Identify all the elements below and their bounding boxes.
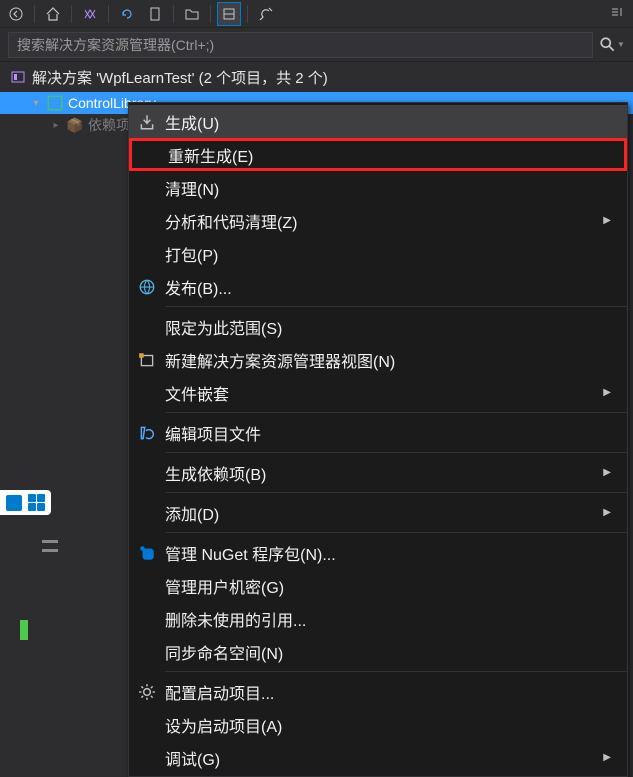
menu-file-nesting[interactable]: 文件嵌套 ▶: [129, 376, 627, 409]
menu-label: 生成依赖项(B): [165, 461, 603, 485]
menu-label: 管理用户机密(G): [165, 574, 611, 598]
menu-separator: [165, 671, 627, 672]
menu-add[interactable]: 添加(D) ▶: [129, 496, 627, 529]
menu-remove-unused[interactable]: 删除未使用的引用...: [129, 602, 627, 635]
submenu-arrow-icon: ▶: [603, 507, 611, 518]
gear-icon: [129, 683, 165, 701]
back-icon[interactable]: [4, 2, 28, 26]
chevron-down-icon[interactable]: ▾: [30, 98, 42, 109]
toolbar: [0, 0, 633, 28]
split-handle[interactable]: [42, 549, 58, 552]
menu-separator: [165, 492, 627, 493]
menu-build-deps[interactable]: 生成依赖项(B) ▶: [129, 456, 627, 489]
menu-config-startup[interactable]: 配置启动项目...: [129, 675, 627, 708]
menu-nuget[interactable]: 管理 NuGet 程序包(N)...: [129, 536, 627, 569]
menu-separator: [165, 452, 627, 453]
menu-label: 删除未使用的引用...: [165, 607, 611, 631]
menu-sync-namespace[interactable]: 同步命名空间(N): [129, 635, 627, 668]
split-handle[interactable]: [42, 540, 58, 543]
menu-pack[interactable]: 打包(P): [129, 237, 627, 270]
home-icon[interactable]: [41, 2, 65, 26]
floating-widget[interactable]: [0, 490, 51, 515]
menu-label: 发布(B)...: [165, 275, 611, 299]
context-menu: 生成(U) 重新生成(E) 清理(N) 分析和代码清理(Z) ▶ 打包(P) 发…: [128, 102, 628, 777]
search-placeholder: 搜索解决方案资源管理器(Ctrl+;): [17, 35, 214, 55]
git-marker: [20, 620, 28, 640]
menu-publish[interactable]: 发布(B)...: [129, 270, 627, 303]
menu-debug[interactable]: 调试(G) ▶: [129, 741, 627, 774]
menu-label: 设为启动项目(A): [165, 713, 611, 737]
search-row: 搜索解决方案资源管理器(Ctrl+;) ▼: [0, 28, 633, 62]
menu-clean[interactable]: 清理(N): [129, 171, 627, 204]
solution-label: 解决方案 'WpfLearnTest' (2 个项目，共 2 个): [32, 67, 328, 88]
widget-icon-1: [6, 495, 22, 511]
menu-label: 清理(N): [165, 176, 611, 200]
folder-icon[interactable]: [180, 2, 204, 26]
submenu-arrow-icon: ▶: [603, 387, 611, 398]
menu-edit-project[interactable]: 编辑项目文件: [129, 416, 627, 449]
wrench-icon[interactable]: [254, 2, 278, 26]
build-icon: [129, 113, 165, 131]
solution-header[interactable]: 解决方案 'WpfLearnTest' (2 个项目，共 2 个): [0, 62, 633, 92]
menu-rebuild[interactable]: 重新生成(E): [129, 138, 627, 171]
vs-icon[interactable]: [78, 2, 102, 26]
menu-label: 添加(D): [165, 501, 603, 525]
menu-label: 管理 NuGet 程序包(N)...: [165, 541, 611, 565]
menu-scope[interactable]: 限定为此范围(S): [129, 310, 627, 343]
nuget-icon: [129, 544, 165, 562]
submenu-arrow-icon: ▶: [603, 467, 611, 478]
file-icon[interactable]: [143, 2, 167, 26]
csharp-project-icon: [46, 94, 64, 112]
menu-new-view[interactable]: 新建解决方案资源管理器视图(N): [129, 343, 627, 376]
submenu-arrow-icon: ▶: [603, 752, 611, 763]
chevron-right-icon[interactable]: ▸: [50, 120, 62, 131]
solution-icon: [10, 69, 26, 85]
menu-label: 重新生成(E): [168, 143, 608, 167]
menu-secrets[interactable]: 管理用户机密(G): [129, 569, 627, 602]
menu-label: 配置启动项目...: [165, 680, 611, 704]
menu-label: 同步命名空间(N): [165, 640, 611, 664]
menu-separator: [165, 306, 627, 307]
sync-icon[interactable]: [115, 2, 139, 26]
menu-label: 编辑项目文件: [165, 421, 611, 445]
menu-analyze[interactable]: 分析和代码清理(Z) ▶: [129, 204, 627, 237]
submenu-arrow-icon: ▶: [603, 215, 611, 226]
edit-icon: [129, 424, 165, 442]
tree-label: 依赖项: [88, 115, 130, 135]
menu-label: 文件嵌套: [165, 381, 603, 405]
overflow-icon[interactable]: [609, 4, 625, 25]
menu-separator: [165, 412, 627, 413]
menu-separator: [165, 532, 627, 533]
menu-label: 生成(U): [165, 110, 611, 134]
view-icon[interactable]: [217, 2, 241, 26]
menu-build[interactable]: 生成(U): [129, 105, 627, 138]
menu-label: 分析和代码清理(Z): [165, 209, 603, 233]
search-icon[interactable]: ▼: [599, 32, 625, 58]
menu-label: 打包(P): [165, 242, 611, 266]
new-view-icon: [129, 351, 165, 369]
menu-label: 限定为此范围(S): [165, 315, 611, 339]
search-input[interactable]: 搜索解决方案资源管理器(Ctrl+;): [8, 32, 593, 58]
menu-label: 调试(G): [165, 746, 603, 770]
deps-icon: 📦: [66, 116, 84, 134]
menu-set-startup[interactable]: 设为启动项目(A): [129, 708, 627, 741]
widget-icon-2: [28, 494, 45, 511]
publish-icon: [129, 278, 165, 296]
menu-label: 新建解决方案资源管理器视图(N): [165, 348, 611, 372]
